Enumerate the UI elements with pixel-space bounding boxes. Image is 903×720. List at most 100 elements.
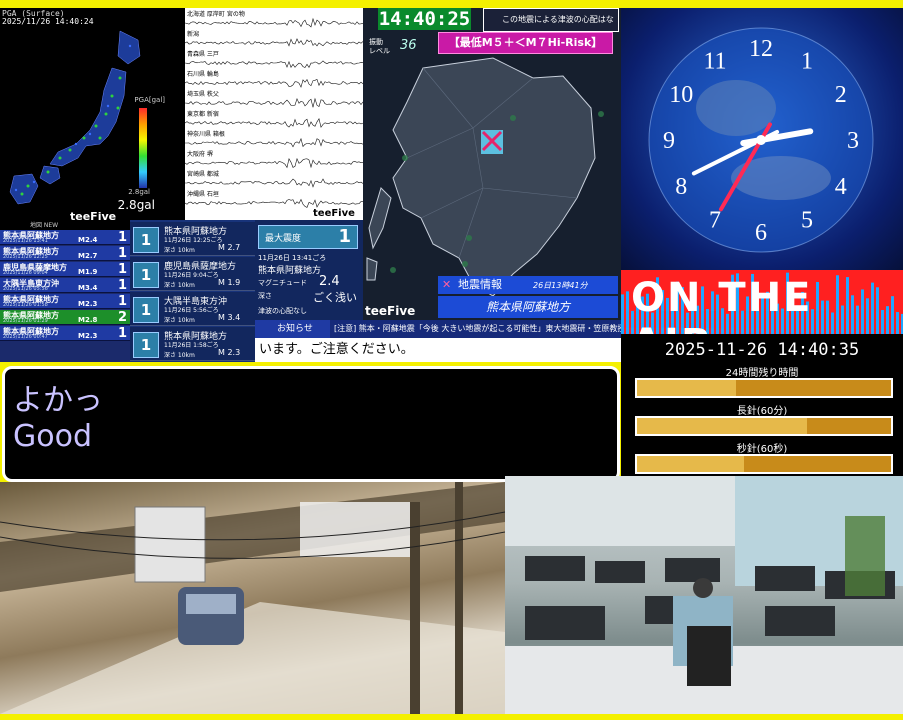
level-label-line2: レベル	[369, 47, 390, 55]
visualizer-bar	[621, 294, 624, 334]
event-datetime: 2025/11/26 12:25	[3, 254, 48, 260]
timer-progress-bar	[635, 454, 893, 474]
detail-intensity: 1	[133, 262, 159, 288]
event-list-row[interactable]: 熊本県阿蘇地方 2025/11/26 12:25 M2.7 1	[0, 246, 130, 261]
event-list-row[interactable]: 熊本県阿蘇地方 2025/11/26 13:41 M2.4 1	[0, 230, 130, 245]
seismogram-trace	[185, 97, 363, 108]
street-camera-feed	[0, 482, 505, 714]
level-label: 振動 レベル	[369, 38, 390, 56]
tsunami-status: 津波の心配なし	[258, 307, 307, 315]
event-list-panel: 地図 NEW 熊本県阿蘇地方 2025/11/26 13:41 M2.4 1 熊本県阿蘇…	[0, 220, 130, 362]
event-list-row[interactable]: 熊本県阿蘇地方 2025/11/26 00:47 M2.3 1	[0, 326, 130, 341]
event-intensity: 1	[117, 230, 127, 245]
analog-clock-panel: 12 1 2 3 4 5 6 7 8 9 10 11	[621, 8, 903, 270]
event-intensity: 2	[117, 310, 127, 325]
event-datetime: 2025/11/26 09:04	[3, 270, 48, 276]
timer-progress-fill	[637, 456, 744, 472]
event-datetime: 2025/11/26 05:56	[3, 286, 48, 292]
event-intensity: 1	[117, 278, 127, 293]
clock-number: 7	[709, 208, 721, 234]
event-intensity: 1	[117, 246, 127, 261]
risk-banner: 【最低M５＋＜M７Hi-Risk】	[438, 32, 613, 54]
office-scene	[505, 476, 903, 714]
timer-progress-fill	[637, 418, 808, 434]
detail-magnitude: M 3.4	[218, 313, 241, 322]
event-detail-row[interactable]: 1 熊本県阿蘇地方 11月26日 12:25ごろ 深さ 10km M 2.7	[130, 222, 255, 256]
event-magnitude: M2.3	[78, 332, 98, 340]
clock-number: 8	[675, 174, 687, 200]
pga-timestamp: 2025/11/26 14:40:24	[2, 17, 94, 26]
office-camera-feed	[505, 476, 903, 714]
event-detail-row[interactable]: 1 大隅半島東方沖 11月26日 5:56ごろ 深さ 10km M 3.4	[130, 292, 255, 326]
seismogram-trace	[185, 78, 363, 88]
gal-value: 2.8gal	[117, 198, 155, 212]
pga-color-scale	[139, 108, 147, 188]
pga-scale-label: PGA[gal]	[134, 96, 165, 104]
brand-logo: teeFive	[313, 208, 355, 219]
clock-number: 3	[847, 128, 859, 154]
chat-message-box: よかっ Good	[2, 366, 620, 482]
analog-clock: 12 1234567891011	[648, 27, 874, 253]
clock-number: 5	[801, 208, 813, 234]
seismogram-trace	[185, 38, 363, 47]
event-list-row[interactable]: 熊本県阿蘇地方 2025/11/26 01:58 M2.3 1	[0, 294, 130, 309]
detail-depth: 深さ 10km	[164, 247, 195, 254]
level-label-line1: 振動	[369, 38, 383, 46]
max-intensity-box: 最大震度 1	[258, 225, 358, 249]
event-list-header: 地図 NEW	[0, 220, 130, 230]
gal-small-label: 2.8gal	[128, 188, 150, 196]
timers-panel: 2025-11-26 14:40:35 24時間残り時間 長針(60分) 秒針(60…	[621, 334, 903, 480]
detail-depth: 深さ 10km	[164, 317, 195, 324]
pga-map-panel: PGA (Surface) 2025/11/26 14:40:24 PGA[ga…	[0, 8, 185, 220]
seismogram-traces	[185, 17, 363, 208]
event-intensity: 1	[117, 294, 127, 309]
seismogram-trace	[185, 17, 363, 28]
detail-magnitude: M 1.9	[218, 278, 241, 287]
max-intensity-region: 熊本県阿蘇地方	[258, 266, 322, 276]
brand-logo: teeFive	[365, 304, 416, 318]
clock-number: 2	[835, 82, 847, 108]
info-region: 熊本県阿蘇地方	[438, 296, 618, 318]
detail-depth: 深さ 10km	[164, 282, 195, 289]
detail-magnitude: M 2.7	[218, 243, 241, 252]
max-intensity-label: 最大震度	[265, 234, 302, 244]
seismogram-trace	[185, 198, 363, 208]
clock-number: 6	[755, 220, 767, 246]
depth-value: ごく浅い	[313, 291, 357, 304]
max-intensity-value: 1	[338, 226, 351, 247]
event-list-row[interactable]: 鹿児島県薩摩地方 2025/11/26 09:04 M1.9 1	[0, 262, 130, 277]
detail-intensity: 1	[133, 227, 159, 253]
clock-number: 9	[663, 128, 675, 154]
clock-number: 12	[749, 36, 773, 62]
event-list-row[interactable]: 熊本県阿蘇地方 2025/11/26 01:29 M2.8 2	[0, 310, 130, 325]
detail-depth: 深さ 10km	[164, 352, 195, 359]
seismogram-trace	[185, 60, 363, 69]
street-scene	[0, 482, 505, 714]
event-list-row[interactable]: 大隅半島東方沖 2025/11/26 05:56 M3.4 1	[0, 278, 130, 293]
clock-number: 4	[835, 174, 847, 200]
event-detail-row[interactable]: 1 鹿児島県薩摩地方 11月26日 9:04ごろ 深さ 10km M 1.9	[130, 257, 255, 291]
brand-logo: teeFive	[70, 210, 117, 220]
clock-number: 1	[801, 48, 813, 74]
ticker-label: お知らせ	[255, 320, 330, 338]
timer-label: 長針(60分)	[736, 406, 788, 417]
seismogram-trace	[185, 118, 363, 128]
visualizer-bar	[626, 291, 629, 334]
event-detail-row[interactable]: 1 熊本県阿蘇地方 11月26日 1:58ごろ 深さ 10km M 2.3	[130, 327, 255, 361]
clock-number: 10	[669, 82, 693, 108]
detail-intensity: 1	[133, 297, 159, 323]
depth-label: 深さ	[258, 292, 272, 300]
detail-datetime: 11月26日 1:58ごろ	[164, 342, 219, 349]
info-header-label: 地震情報	[458, 278, 502, 291]
on-air-panel: ON THE AIR	[621, 270, 903, 334]
magnitude-label: マグニチュード	[258, 279, 307, 287]
seismogram-trace	[185, 178, 363, 188]
chat-line-2: Good	[13, 419, 92, 454]
event-intensity: 1	[117, 326, 127, 341]
event-magnitude: M2.4	[78, 236, 98, 244]
event-datetime: 2025/11/26 13:41	[3, 238, 48, 244]
info-time: 26日13時41分	[533, 281, 588, 290]
event-datetime: 2025/11/26 01:29	[3, 318, 48, 324]
timer-label: 24時間残り時間	[725, 368, 799, 379]
event-magnitude: M2.3	[78, 300, 98, 308]
